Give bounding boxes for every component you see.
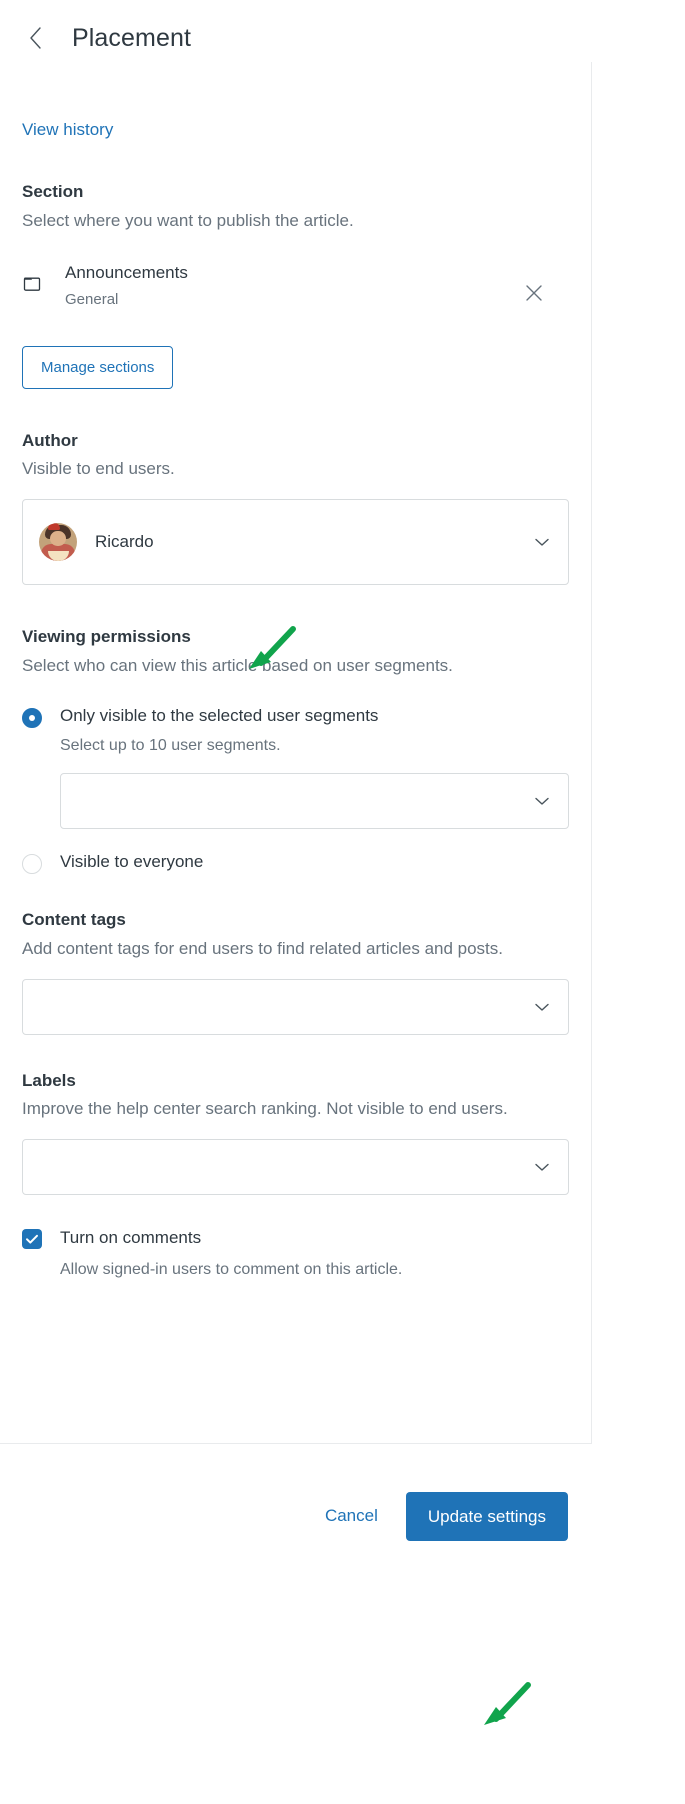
view-history-row: View history [22,62,569,140]
manage-sections-button[interactable]: Manage sections [22,345,174,389]
selected-section-row: Announcements General [22,260,569,312]
viewing-permissions-heading: Viewing permissions [22,626,191,646]
checkbox-turn-on-comments[interactable] [22,1228,42,1249]
labels-select[interactable] [22,1138,569,1195]
turn-on-comments-sublabel: Allow signed-in users to comment on this… [60,1260,403,1278]
labels-heading: Labels [22,1070,76,1090]
chevron-down-icon [532,1157,552,1177]
content-tags-heading: Content tags [22,910,126,930]
chevron-down-icon [532,791,552,811]
radio-option-selected-segments[interactable]: Only visible to the selected user segmen… [22,705,569,757]
folder-icon [22,272,46,296]
section-block: Section Select where you want to publish… [22,180,569,389]
author-selected-value: Ricardo [95,531,154,551]
content-tags-block: Content tags Add content tags for end us… [22,908,569,1035]
update-settings-button[interactable]: Update settings [405,1492,568,1541]
section-heading: Section [22,182,84,201]
avatar [39,522,77,561]
chevron-left-icon[interactable] [22,25,48,51]
radio-label-visible-everyone: Visible to everyone [60,852,204,872]
labels-description: Improve the help center search ranking. … [22,1099,508,1119]
panel-right-edge [590,62,591,1443]
view-history-link[interactable]: View history [22,120,113,140]
panel-header: Placement [0,0,685,62]
page-title: Placement [72,23,192,52]
author-description: Visible to end users. [22,459,175,479]
radio-sublabel-selected-segments: Select up to 10 user segments. [60,737,281,755]
section-name: Announcements [65,263,188,283]
radio-option-visible-everyone[interactable]: Visible to everyone [22,851,569,875]
section-description: Select where you want to publish the art… [22,210,354,230]
viewing-permissions-description: Select who can view this article based o… [22,655,453,675]
labels-block: Labels Improve the help center search ra… [22,1069,569,1195]
content-tags-select[interactable] [22,978,569,1035]
radio-label-selected-segments: Only visible to the selected user segmen… [60,705,379,725]
author-block: Author Visible to end users. Ricardo [22,429,569,585]
viewing-permissions-block: Viewing permissions Select who can view … [22,625,569,875]
close-icon[interactable] [523,282,545,304]
chevron-down-icon [532,532,552,552]
author-select[interactable]: Ricardo [22,498,569,585]
turn-on-comments-label: Turn on comments [60,1227,202,1247]
content-tags-description: Add content tags for end users to find r… [22,939,504,959]
chevron-down-icon [532,997,552,1017]
radio-icon-selected-segments[interactable] [22,707,42,728]
placement-panel: View history Section Select where you wa… [0,62,592,1443]
radio-icon-visible-everyone[interactable] [22,854,42,875]
turn-on-comments-row[interactable]: Turn on comments Allow signed-in users t… [22,1227,569,1281]
panel-footer: Cancel Update settings [0,1443,592,1804]
check-icon [26,1234,38,1244]
author-heading: Author [22,430,78,450]
section-parent: General [65,290,119,308]
user-segments-select[interactable] [60,773,569,830]
cancel-button[interactable]: Cancel [315,1492,388,1540]
